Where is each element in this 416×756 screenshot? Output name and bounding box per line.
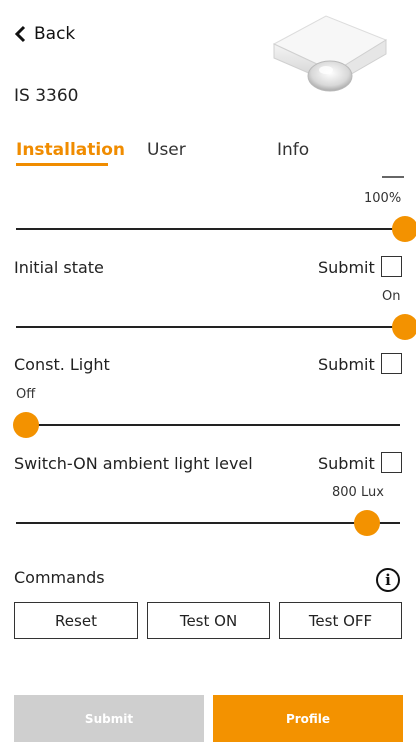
tab-installation[interactable]: Installation <box>16 140 125 160</box>
initial-state-label: Initial state <box>14 258 104 277</box>
chevron-left-icon <box>14 25 26 43</box>
const-light-slider-track[interactable] <box>16 424 400 426</box>
test-off-button[interactable]: Test OFF <box>279 602 402 639</box>
initial-state-slider-knob[interactable] <box>392 314 416 340</box>
const-light-value-label: Off <box>16 387 36 402</box>
info-icon[interactable]: i <box>376 568 400 592</box>
initial-state-slider-track[interactable] <box>16 326 400 328</box>
switch-on-light-level-submit-label: Submit <box>318 454 375 473</box>
switch-on-light-level-label: Switch-ON ambient light level <box>14 454 253 473</box>
back-label: Back <box>34 24 76 44</box>
slider-knob[interactable] <box>392 216 416 242</box>
switch-on-light-level-slider-track[interactable] <box>16 522 400 524</box>
initial-state-submit-label: Submit <box>318 258 375 277</box>
tab-info[interactable]: Info <box>277 140 309 160</box>
commands-title: Commands <box>14 568 105 587</box>
reset-button[interactable]: Reset <box>14 602 138 639</box>
active-tab-indicator <box>16 163 108 166</box>
const-light-label: Const. Light <box>14 355 110 374</box>
scroll-indicator <box>382 176 404 178</box>
submit-button[interactable]: Submit <box>14 695 204 742</box>
const-light-submit-label: Submit <box>318 355 375 374</box>
initial-state-value-label: On <box>382 289 401 304</box>
back-button[interactable]: Back <box>14 24 75 44</box>
profile-button[interactable]: Profile <box>213 695 403 742</box>
test-on-button[interactable]: Test ON <box>147 602 270 639</box>
switch-on-light-level-slider-knob[interactable] <box>354 510 381 536</box>
slider-track[interactable] <box>16 228 400 230</box>
initial-state-submit-checkbox[interactable] <box>381 256 402 277</box>
switch-on-light-level-submit-checkbox[interactable] <box>381 452 402 473</box>
const-light-submit-checkbox[interactable] <box>381 353 402 374</box>
slider-value-label: 100% <box>364 191 402 206</box>
tab-user[interactable]: User <box>147 140 186 160</box>
switch-on-light-level-value-label: 800 Lux <box>332 485 384 500</box>
device-model: IS 3360 <box>14 86 79 106</box>
const-light-slider-knob[interactable] <box>13 412 39 438</box>
device-image <box>272 15 388 92</box>
